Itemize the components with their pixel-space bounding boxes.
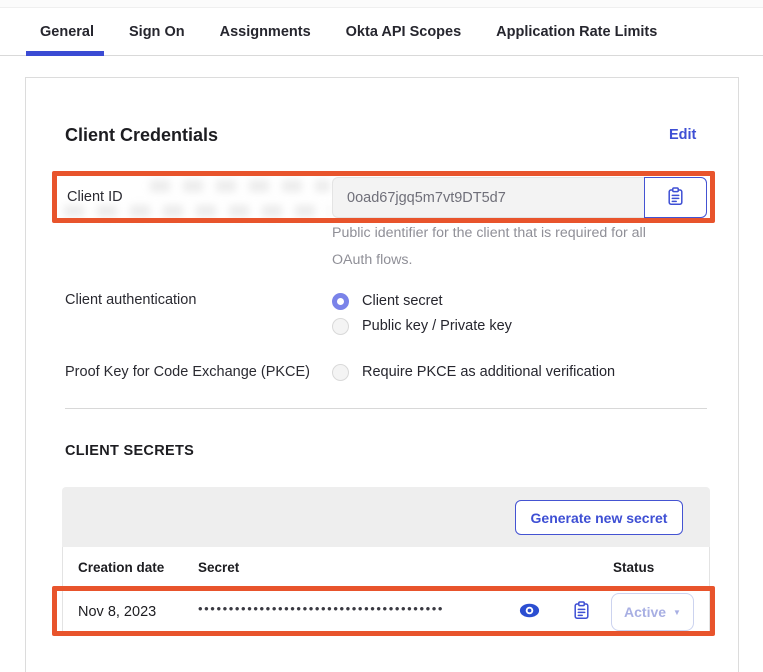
reveal-secret-button[interactable]: [515, 598, 543, 626]
column-header-creation-date: Creation date: [78, 560, 164, 575]
tab-okta-api-scopes[interactable]: Okta API Scopes: [346, 24, 462, 40]
status-label: Active: [624, 604, 666, 620]
radio-public-private-key[interactable]: [332, 318, 349, 335]
table-row: Nov 8, 2023 ••••••••••••••••••••••••••••…: [63, 588, 709, 636]
section-divider: [65, 408, 707, 409]
clipboard-icon: [573, 601, 590, 623]
column-header-secret: Secret: [198, 560, 239, 575]
edit-link[interactable]: Edit: [669, 127, 696, 143]
client-id-input[interactable]: [332, 177, 645, 218]
tab-assignments[interactable]: Assignments: [220, 24, 311, 40]
client-id-label: Client ID: [67, 189, 123, 205]
copy-secret-button[interactable]: [567, 598, 595, 626]
client-credentials-title: Client Credentials: [65, 125, 218, 146]
creation-date-cell: Nov 8, 2023: [78, 604, 156, 620]
radio-client-secret-label[interactable]: Client secret: [362, 293, 443, 309]
tab-general[interactable]: General: [40, 24, 94, 40]
checkbox-require-pkce-label[interactable]: Require PKCE as additional verification: [362, 364, 615, 380]
active-tab-indicator: [26, 51, 104, 56]
eye-icon: [519, 603, 540, 621]
pkce-label: Proof Key for Code Exchange (PKCE): [65, 364, 310, 380]
masked-secret-value: ••••••••••••••••••••••••••••••••••••••••: [198, 601, 444, 616]
clipboard-icon: [667, 187, 684, 209]
client-authentication-label: Client authentication: [65, 292, 196, 308]
checkbox-require-pkce[interactable]: [332, 364, 349, 381]
radio-client-secret[interactable]: [332, 293, 349, 310]
generate-new-secret-button[interactable]: Generate new secret: [515, 500, 683, 535]
tab-application-rate-limits[interactable]: Application Rate Limits: [496, 24, 657, 40]
status-dropdown[interactable]: Active ▼: [611, 593, 694, 631]
chevron-down-icon: ▼: [673, 608, 681, 617]
client-secrets-heading: CLIENT SECRETS: [65, 443, 194, 459]
client-id-help-text: Public identifier for the client that is…: [332, 220, 677, 274]
column-header-status: Status: [613, 560, 654, 575]
tab-sign-on[interactable]: Sign On: [129, 24, 185, 40]
table-header-row: Creation date Secret Status: [63, 547, 709, 587]
radio-public-private-key-label[interactable]: Public key / Private key: [362, 318, 512, 334]
client-secrets-table: Creation date Secret Status Nov 8, 2023 …: [62, 547, 710, 636]
copy-client-id-button[interactable]: [644, 177, 707, 218]
app-tab-bar: General Sign On Assignments Okta API Sco…: [0, 9, 763, 56]
window-top-edge: [0, 0, 763, 8]
